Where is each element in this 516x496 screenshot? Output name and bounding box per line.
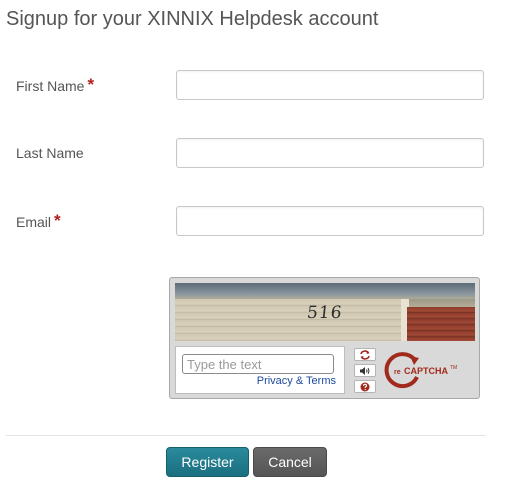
captcha-image-brick [407, 307, 475, 341]
captcha-input-panel: Privacy & Terms [175, 346, 345, 394]
first-name-label-text: First Name [16, 78, 85, 94]
recaptcha-widget: 516 Privacy & Terms [169, 277, 480, 399]
recaptcha-logo: re CAPTCHA TM [384, 350, 474, 392]
captcha-response-input[interactable] [182, 354, 334, 374]
help-button[interactable] [354, 380, 376, 393]
first-name-label: First Name * [16, 75, 95, 96]
help-icon [360, 382, 370, 391]
svg-text:CAPTCHA: CAPTCHA [404, 366, 448, 376]
refresh-button[interactable] [354, 348, 376, 361]
refresh-icon [360, 349, 370, 360]
email-input[interactable] [176, 206, 484, 236]
page-title: Signup for your XINNIX Helpdesk account [6, 8, 379, 30]
recaptcha-logo-mark: re CAPTCHA TM [384, 352, 457, 389]
captcha-image-number: 516 [305, 303, 344, 323]
captcha-image-siding [175, 299, 405, 341]
audio-button[interactable] [354, 364, 376, 377]
required-marker: * [87, 75, 95, 94]
email-label-text: Email [16, 214, 52, 230]
email-label: Email * [16, 211, 61, 232]
captcha-image: 516 [175, 283, 475, 341]
first-name-input[interactable] [176, 70, 484, 100]
last-name-label: Last Name [16, 145, 84, 161]
cancel-button[interactable]: Cancel [253, 447, 327, 477]
last-name-input[interactable] [176, 138, 484, 168]
captcha-tools [354, 348, 376, 394]
required-marker: * [54, 211, 61, 230]
svg-text:TM: TM [450, 365, 457, 371]
captcha-image-eave [175, 283, 475, 299]
audio-icon [360, 366, 370, 375]
register-button[interactable]: Register [166, 447, 249, 477]
form-divider [6, 435, 486, 436]
privacy-terms-link[interactable]: Privacy & Terms [257, 375, 336, 387]
svg-text:re: re [394, 369, 401, 376]
